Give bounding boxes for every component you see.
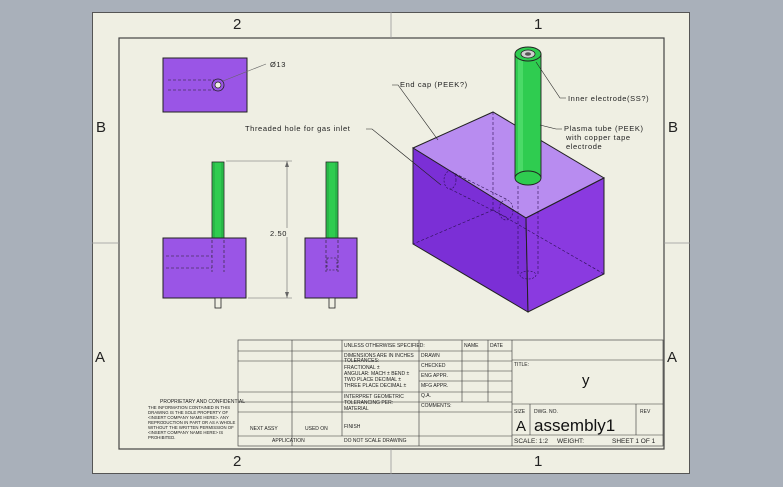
side-view (304, 161, 358, 309)
tb-unless-specified: UNLESS OTHERWISE SPECIFIED: (344, 343, 425, 349)
front-view: 2.50 (162, 160, 292, 309)
tb-title-label: TITLE: (514, 362, 529, 368)
tb-comments: COMMENTS: (421, 403, 452, 409)
tb-scale: SCALE: 1:2 (514, 438, 548, 445)
tb-size-value: A (516, 418, 526, 435)
tb-checked: CHECKED (421, 363, 446, 369)
plasma-tube-label-line3: electrode (566, 142, 602, 151)
tb-three-place: THREE PLACE DECIMAL ± (344, 383, 407, 389)
tb-next-assy: NEXT ASSY (250, 426, 278, 432)
tb-sheet: SHEET 1 OF 1 (612, 438, 656, 445)
plasma-tube-label-line2: with copper tape (565, 133, 631, 142)
tb-date: DATE (490, 343, 504, 349)
end-cap-label: End cap (PEEK?) (400, 80, 468, 89)
zone-label-top-1: 1 (534, 16, 542, 33)
tb-qa: Q.A. (421, 393, 431, 399)
plasma-tube-label: Plasma tube (PEEK) (564, 124, 644, 133)
inner-electrode-label: Inner electrode(SS?) (568, 94, 649, 103)
diameter-dimension: Ø13 (270, 60, 286, 69)
drawing-canvas: 2 1 2 1 B A B A Ø13 2.50 End cap (PEEK?)… (92, 12, 690, 474)
tb-name: NAME (464, 343, 479, 349)
tb-dwg-no-label: DWG. NO. (534, 409, 558, 415)
tb-finish: FINISH (344, 424, 361, 430)
tb-title-value: y (582, 372, 590, 389)
tb-material: MATERIAL (344, 406, 369, 412)
tb-application: APPLICATION (272, 438, 305, 444)
tb-proprietary-text: THE INFORMATION CONTAINED IN THIS DRAWIN… (148, 405, 236, 440)
top-view: Ø13 (162, 57, 286, 113)
tb-do-not-scale: DO NOT SCALE DRAWING (344, 438, 407, 444)
zone-label-left-b: B (96, 119, 106, 136)
zone-label-top-2: 2 (233, 16, 241, 33)
threaded-hole-label: Threaded hole for gas inlet (245, 124, 351, 133)
zone-label-right-b: B (668, 119, 678, 136)
tb-weight: WEIGHT: (557, 438, 584, 445)
tb-size-label: SIZE (514, 409, 526, 415)
tb-used-on: USED ON (305, 426, 328, 432)
zone-label-bottom-2: 2 (233, 453, 241, 470)
tb-drawn: DRAWN (421, 353, 440, 359)
tb-eng-appr: ENG APPR. (421, 373, 448, 379)
tb-rev-label: REV (640, 409, 651, 415)
tb-mfg-appr: MFG APPR. (421, 383, 448, 389)
zone-label-left-a: A (95, 349, 105, 366)
height-dimension: 2.50 (270, 229, 287, 238)
tb-tolerances: TOLERANCES: (344, 358, 379, 364)
zone-label-bottom-1: 1 (534, 453, 542, 470)
tb-dwg-no: assembly1 (534, 416, 615, 435)
zone-label-right-a: A (667, 349, 677, 366)
tb-proprietary-body: THE INFORMATION CONTAINED IN THIS DRAWIN… (148, 405, 236, 440)
